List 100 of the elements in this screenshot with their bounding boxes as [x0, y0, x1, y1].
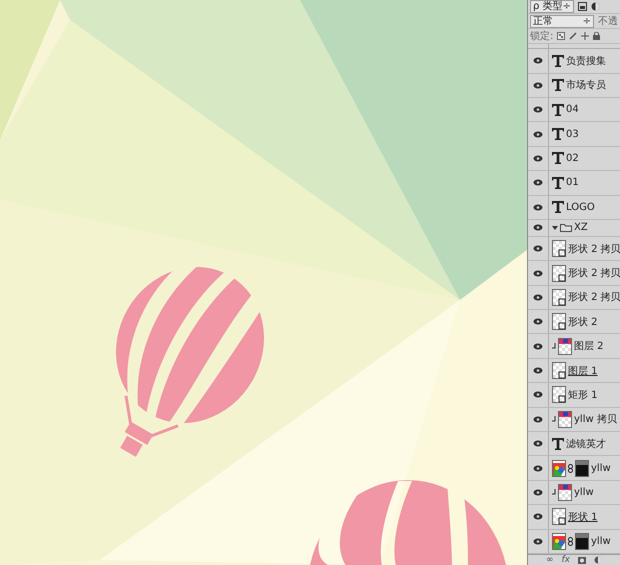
eye-icon[interactable] [533, 464, 543, 472]
layer-row[interactable]: 04 [528, 98, 620, 122]
eye-icon[interactable] [533, 318, 543, 326]
eye-icon[interactable] [533, 489, 543, 496]
eye-icon[interactable] [533, 224, 543, 232]
eye-icon[interactable] [533, 106, 543, 114]
text-layer-icon [552, 152, 564, 164]
layer-name: 滤镜英才 [566, 438, 606, 451]
mask-icon[interactable] [578, 556, 586, 564]
chain-link-icon[interactable] [568, 536, 573, 546]
layer-thumbnail [552, 386, 566, 404]
move-icon[interactable] [581, 32, 590, 40]
text-layer-icon [552, 201, 564, 214]
eye-icon[interactable] [533, 391, 543, 398]
layer-row[interactable]: yllw [528, 456, 620, 481]
layer-name: yllw 拷贝 [574, 413, 617, 426]
dropdown-arrow: ÷ [582, 16, 591, 26]
text-layer-icon [552, 128, 564, 140]
dropdown-arrow: ÷ [562, 1, 571, 12]
layer-row[interactable]: 03 [528, 122, 620, 147]
text-layer-icon [552, 54, 564, 67]
layer-thumbnail [552, 362, 566, 380]
layer-row[interactable]: 矩形 1 [528, 383, 620, 408]
layer-name: yllw [591, 462, 611, 474]
chain-link-icon[interactable] [568, 464, 573, 473]
fx-icon[interactable]: fx [562, 555, 570, 565]
layer-name: 02 [566, 152, 579, 164]
text-layer-icon [552, 104, 564, 116]
eye-icon[interactable] [533, 513, 543, 520]
dropdown-value: 正常 [533, 16, 553, 26]
eye-icon[interactable] [533, 440, 543, 448]
dropdown-value: ρ 类型 [533, 1, 563, 12]
layer-name: yllw [574, 487, 594, 498]
layer-name: 04 [566, 104, 579, 116]
layer-thumbnail [552, 508, 566, 526]
eye-icon[interactable] [533, 342, 543, 350]
layer-thumbnail [552, 313, 566, 330]
layer-name: 03 [566, 128, 579, 140]
layer-name: 图层 1 [568, 364, 598, 378]
eye-icon[interactable] [533, 130, 543, 138]
filter-dropdown[interactable]: ρ 类型÷ [530, 0, 574, 13]
eye-icon[interactable] [533, 179, 543, 186]
eye-icon[interactable] [533, 294, 543, 301]
checker-icon[interactable] [557, 32, 566, 40]
blend-mode-dropdown[interactable]: 正常 ÷ [530, 14, 594, 28]
eye-icon[interactable] [533, 367, 543, 374]
layer-row[interactable]: 市场专员 [528, 74, 620, 98]
lock-icon[interactable] [593, 32, 600, 40]
layer-thumbnail [558, 484, 572, 502]
layer-name: XZ [574, 222, 588, 234]
eye-icon[interactable] [533, 416, 543, 423]
layer-row[interactable]: yllw 拷贝 [528, 408, 620, 432]
folder-icon [560, 223, 572, 232]
eye-icon[interactable] [533, 204, 543, 211]
mask-thumbnail [575, 532, 589, 550]
gradient-thumbnail [552, 460, 566, 477]
layer-row[interactable]: yllw [528, 530, 620, 554]
eye-icon[interactable] [533, 154, 543, 162]
eye-icon[interactable] [533, 245, 543, 252]
layer-row[interactable]: XZ [528, 220, 620, 237]
eye-icon[interactable] [533, 270, 543, 276]
layer-thumbnail [552, 288, 566, 306]
layer-name: 负责搜集 [566, 54, 606, 68]
expand-arrow-icon[interactable] [552, 224, 558, 231]
eye-icon[interactable] [533, 57, 543, 64]
layer-row[interactable]: 01 [528, 171, 620, 196]
gradient-thumbnail [552, 532, 566, 550]
layer-thumbnail [558, 338, 572, 355]
brush-icon[interactable] [569, 32, 578, 40]
mask-thumbnail [575, 460, 589, 477]
layer-row[interactable]: 02 [528, 146, 620, 172]
layer-thumbnail [558, 410, 572, 428]
layer-row[interactable]: 图层 1 [528, 358, 620, 384]
text-layer-icon [552, 79, 564, 92]
layer-row[interactable]: 形状 2 [528, 310, 620, 334]
layer-row[interactable]: 滤镜英才 [528, 432, 620, 456]
link-icon[interactable]: ∞ [546, 555, 554, 565]
layer-name: LOGO [566, 202, 595, 213]
layer-name: 图层 2 [574, 340, 604, 354]
layer-row[interactable]: LOGO [528, 196, 620, 220]
layer-row[interactable]: 图层 2 [528, 334, 620, 359]
layer-name: 市场专员 [566, 78, 606, 92]
text-layer-icon [552, 438, 564, 450]
eye-icon[interactable] [533, 82, 543, 89]
layer-row[interactable]: 负责搜集 [528, 49, 620, 74]
layer-name: 形状 2 [568, 316, 598, 329]
layer-name: 01 [566, 177, 579, 188]
text-layer-icon [552, 176, 564, 189]
opacity-label: 不透 [598, 14, 618, 28]
eye-icon[interactable] [533, 538, 543, 545]
layer-name: yllw [591, 536, 611, 547]
layer-row[interactable]: 形状 1 [528, 505, 620, 530]
layer-name: 形状 1 [568, 510, 598, 524]
image-filter-icon[interactable] [578, 2, 587, 11]
lock-label: 锁定: [530, 30, 554, 43]
layer-row[interactable]: yllw [528, 480, 620, 506]
circle-half-icon[interactable] [590, 2, 600, 11]
half-circle-icon[interactable] [594, 556, 602, 564]
layer-thumbnail [552, 264, 566, 282]
layer-thumbnail [552, 240, 566, 258]
